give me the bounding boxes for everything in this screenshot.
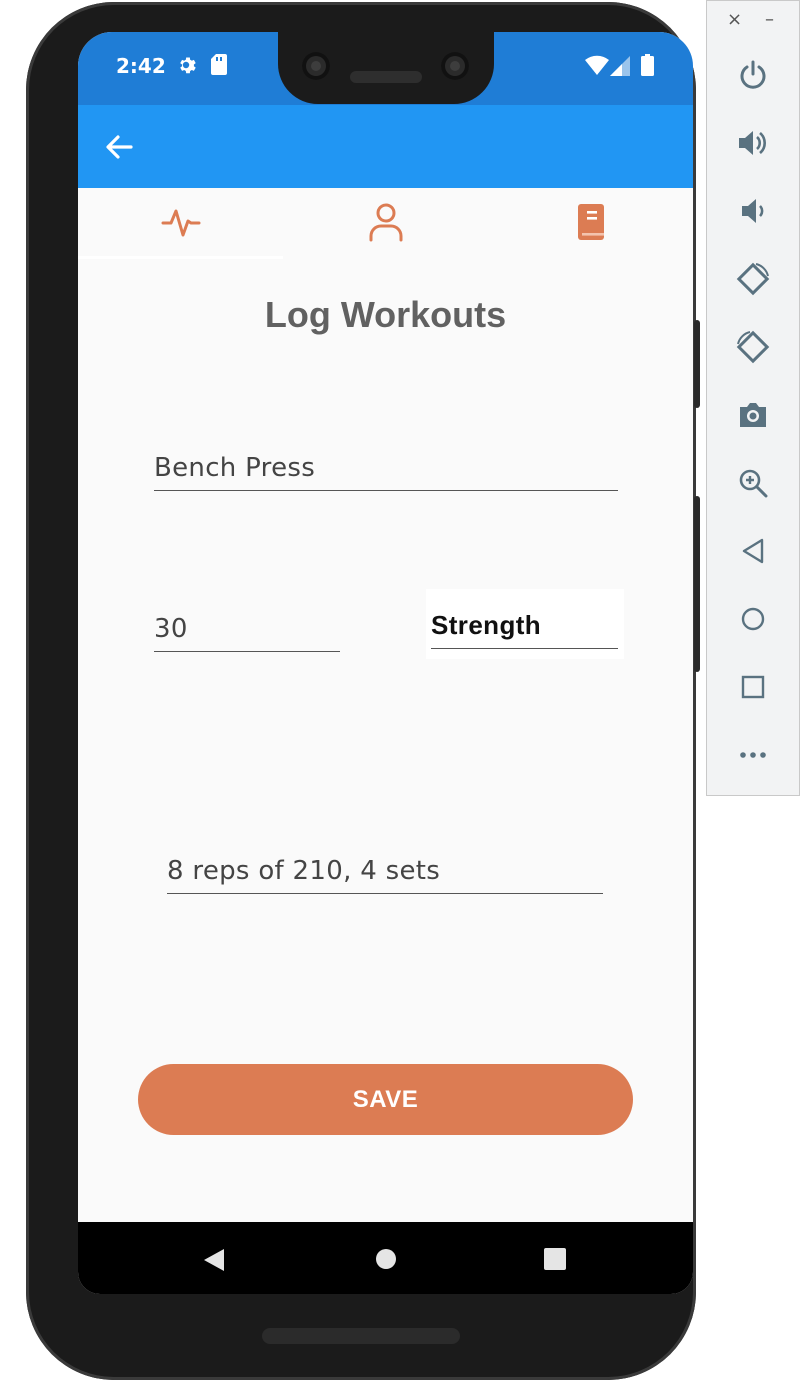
more-icon[interactable]: [707, 731, 799, 779]
minimize-icon[interactable]: –: [765, 9, 774, 30]
book-icon: [576, 203, 606, 245]
person-icon: [368, 202, 404, 246]
home-circle-icon[interactable]: [375, 1248, 397, 1274]
power-icon[interactable]: [707, 51, 799, 99]
app-screen: 2:42 Log Workouts Bench Press 30 Strengt…: [78, 32, 693, 1294]
wifi-icon: [585, 55, 609, 79]
emulator-toolbar: × –: [706, 0, 800, 796]
camera-notch: [278, 32, 494, 104]
gear-icon: [175, 54, 197, 80]
page-title: Log Workouts: [264, 294, 507, 335]
tab-profile[interactable]: [283, 188, 488, 260]
rotate-left-icon[interactable]: [707, 255, 799, 303]
sd-card-icon: [211, 54, 227, 79]
tab-journal[interactable]: [488, 188, 693, 260]
back-triangle-icon[interactable]: [202, 1248, 226, 1276]
status-time: 2:42: [116, 54, 166, 78]
details-input[interactable]: [167, 853, 603, 894]
category-dropdown[interactable]: Strength: [431, 610, 618, 649]
rotate-right-icon[interactable]: [707, 323, 799, 371]
recents-square-icon[interactable]: [544, 1248, 566, 1274]
save-button[interactable]: SAVE: [138, 1064, 633, 1135]
overview-icon[interactable]: [707, 663, 799, 711]
tab-activity[interactable]: [78, 188, 283, 260]
earpiece-speaker: [350, 71, 422, 83]
camera-icon[interactable]: [707, 391, 799, 439]
bottom-speaker: [262, 1328, 460, 1344]
signal-icon: [610, 56, 630, 80]
status-bar: 2:42: [78, 32, 693, 105]
duration-input[interactable]: [154, 611, 340, 652]
activity-icon: [161, 202, 201, 246]
phone-side-button: [694, 320, 700, 408]
volume-down-icon[interactable]: [707, 187, 799, 235]
tab-indicator: [78, 256, 283, 259]
front-sensor: [441, 52, 469, 80]
close-icon[interactable]: ×: [727, 9, 742, 30]
front-camera: [302, 52, 330, 80]
home-icon[interactable]: [707, 595, 799, 643]
phone-volume-button: [694, 496, 700, 672]
tab-bar: [78, 188, 693, 260]
arrow-left-icon[interactable]: [104, 133, 134, 165]
app-bar: [78, 105, 693, 188]
system-nav-bar: [78, 1222, 693, 1294]
exercise-name-input[interactable]: [154, 450, 618, 491]
back-icon[interactable]: [707, 527, 799, 575]
zoom-icon[interactable]: [707, 459, 799, 507]
battery-icon: [641, 54, 654, 80]
phone-frame: 2:42 Log Workouts Bench Press 30 Strengt…: [26, 2, 700, 1380]
volume-up-icon[interactable]: [707, 119, 799, 167]
